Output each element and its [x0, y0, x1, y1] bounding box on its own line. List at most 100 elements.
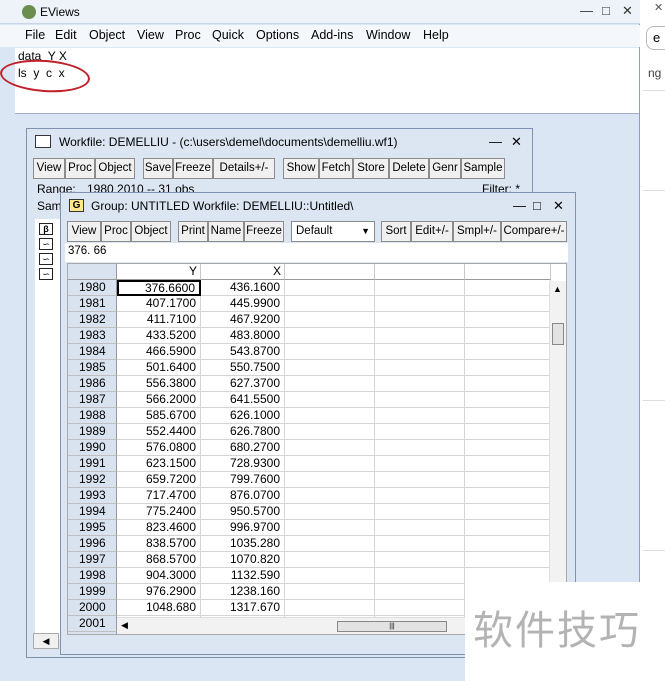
menu-view[interactable]: View: [137, 28, 164, 42]
cell-x[interactable]: 436.1600: [201, 280, 285, 296]
cell-empty[interactable]: [285, 424, 375, 440]
close-icon[interactable]: ✕: [654, 1, 663, 14]
cell-empty[interactable]: [465, 488, 551, 504]
command-window[interactable]: data Y X ls y c x: [15, 48, 639, 114]
column-header-empty[interactable]: [375, 264, 465, 280]
cell-empty[interactable]: [375, 600, 465, 616]
cell-empty[interactable]: [465, 376, 551, 392]
cell-empty[interactable]: [375, 568, 465, 584]
close-icon[interactable]: ✕: [511, 134, 522, 150]
menu-help[interactable]: Help: [423, 28, 449, 42]
menu-proc[interactable]: Proc: [175, 28, 201, 42]
cell-empty[interactable]: [375, 472, 465, 488]
obs-label[interactable]: 1986: [68, 376, 117, 392]
obs-label[interactable]: 1992: [68, 472, 117, 488]
cell-empty[interactable]: [375, 520, 465, 536]
minimize-icon[interactable]: —: [513, 198, 526, 213]
cell-y[interactable]: 659.7200: [117, 472, 201, 488]
cell-x[interactable]: 680.2700: [201, 440, 285, 456]
cell-empty[interactable]: [465, 472, 551, 488]
obs-label[interactable]: 1998: [68, 568, 117, 584]
cell-y[interactable]: 566.2000: [117, 392, 201, 408]
cell-empty[interactable]: [285, 568, 375, 584]
cell-empty[interactable]: [285, 376, 375, 392]
cell-empty[interactable]: [465, 280, 551, 296]
cell-x[interactable]: 543.8700: [201, 344, 285, 360]
obs-label[interactable]: 1982: [68, 312, 117, 328]
cell-x[interactable]: 1317.670: [201, 600, 285, 616]
cell-empty[interactable]: [285, 552, 375, 568]
cell-empty[interactable]: [285, 360, 375, 376]
vertical-scrollbar[interactable]: ▲: [549, 281, 566, 619]
cell-empty[interactable]: [375, 344, 465, 360]
cell-y[interactable]: 501.6400: [117, 360, 201, 376]
cell-empty[interactable]: [375, 280, 465, 296]
cell-empty[interactable]: [465, 328, 551, 344]
cell-y[interactable]: 623.1500: [117, 456, 201, 472]
coef-object-icon[interactable]: β: [39, 223, 53, 235]
cell-y[interactable]: 433.5200: [117, 328, 201, 344]
close-icon[interactable]: ✕: [553, 198, 564, 214]
cell-empty[interactable]: [375, 584, 465, 600]
cell-x[interactable]: 1238.160: [201, 584, 285, 600]
cell-empty[interactable]: [285, 504, 375, 520]
wf-sample-button[interactable]: Sample: [461, 158, 505, 179]
cell-empty[interactable]: [465, 312, 551, 328]
grp-name-button[interactable]: Name: [208, 221, 244, 242]
column-header-y[interactable]: Y: [117, 264, 201, 280]
column-header-x[interactable]: X: [201, 264, 285, 280]
wf-freeze-button[interactable]: Freeze: [173, 158, 213, 179]
cell-empty[interactable]: [375, 424, 465, 440]
wf-object-button[interactable]: Object: [95, 158, 135, 179]
obs-label[interactable]: 1995: [68, 520, 117, 536]
cell-empty[interactable]: [285, 600, 375, 616]
grp-print-button[interactable]: Print: [178, 221, 208, 242]
cell-empty[interactable]: [375, 376, 465, 392]
obs-label[interactable]: 1990: [68, 440, 117, 456]
cell-y[interactable]: 904.3000: [117, 568, 201, 584]
cell-empty[interactable]: [375, 552, 465, 568]
wf-genr-button[interactable]: Genr: [429, 158, 461, 179]
cell-empty[interactable]: [285, 488, 375, 504]
wf-proc-button[interactable]: Proc: [65, 158, 95, 179]
cell-empty[interactable]: [465, 456, 551, 472]
wf-details-button[interactable]: Details+/-: [213, 158, 275, 179]
wf-delete-button[interactable]: Delete: [389, 158, 429, 179]
cell-x[interactable]: 483.8000: [201, 328, 285, 344]
grp-object-button[interactable]: Object: [131, 221, 171, 242]
menu-edit[interactable]: Edit: [55, 28, 77, 42]
cell-empty[interactable]: [375, 456, 465, 472]
cell-empty[interactable]: [465, 296, 551, 312]
cell-empty[interactable]: [285, 392, 375, 408]
cell-empty[interactable]: [375, 408, 465, 424]
cell-empty[interactable]: [465, 520, 551, 536]
cell-y[interactable]: 717.4700: [117, 488, 201, 504]
cell-x[interactable]: 467.9200: [201, 312, 285, 328]
cell-x[interactable]: 950.5700: [201, 504, 285, 520]
cell-y[interactable]: 585.6700: [117, 408, 201, 424]
cell-empty[interactable]: [465, 344, 551, 360]
obs-label[interactable]: 1980: [68, 280, 117, 296]
cell-empty[interactable]: [285, 520, 375, 536]
cell-x[interactable]: 1070.820: [201, 552, 285, 568]
cell-empty[interactable]: [285, 296, 375, 312]
cell-empty[interactable]: [375, 360, 465, 376]
cell-y[interactable]: 376.6600: [117, 280, 201, 296]
wf-show-button[interactable]: Show: [283, 158, 319, 179]
cell-empty[interactable]: [375, 392, 465, 408]
obs-label[interactable]: 1984: [68, 344, 117, 360]
cell-y[interactable]: 976.2900: [117, 584, 201, 600]
minimize-icon[interactable]: —: [489, 134, 502, 149]
cell-empty[interactable]: [285, 584, 375, 600]
obs-label[interactable]: 2000: [68, 600, 117, 616]
cell-x[interactable]: 728.9300: [201, 456, 285, 472]
cell-x[interactable]: 641.5500: [201, 392, 285, 408]
cell-y[interactable]: 552.4400: [117, 424, 201, 440]
obs-label[interactable]: 1989: [68, 424, 117, 440]
cell-x[interactable]: 996.9700: [201, 520, 285, 536]
cell-y[interactable]: 1048.680: [117, 600, 201, 616]
grp-smpl-button[interactable]: Smpl+/-: [453, 221, 501, 242]
cell-empty[interactable]: [285, 328, 375, 344]
scroll-up-icon[interactable]: ▲: [553, 284, 562, 294]
cell-empty[interactable]: [285, 536, 375, 552]
